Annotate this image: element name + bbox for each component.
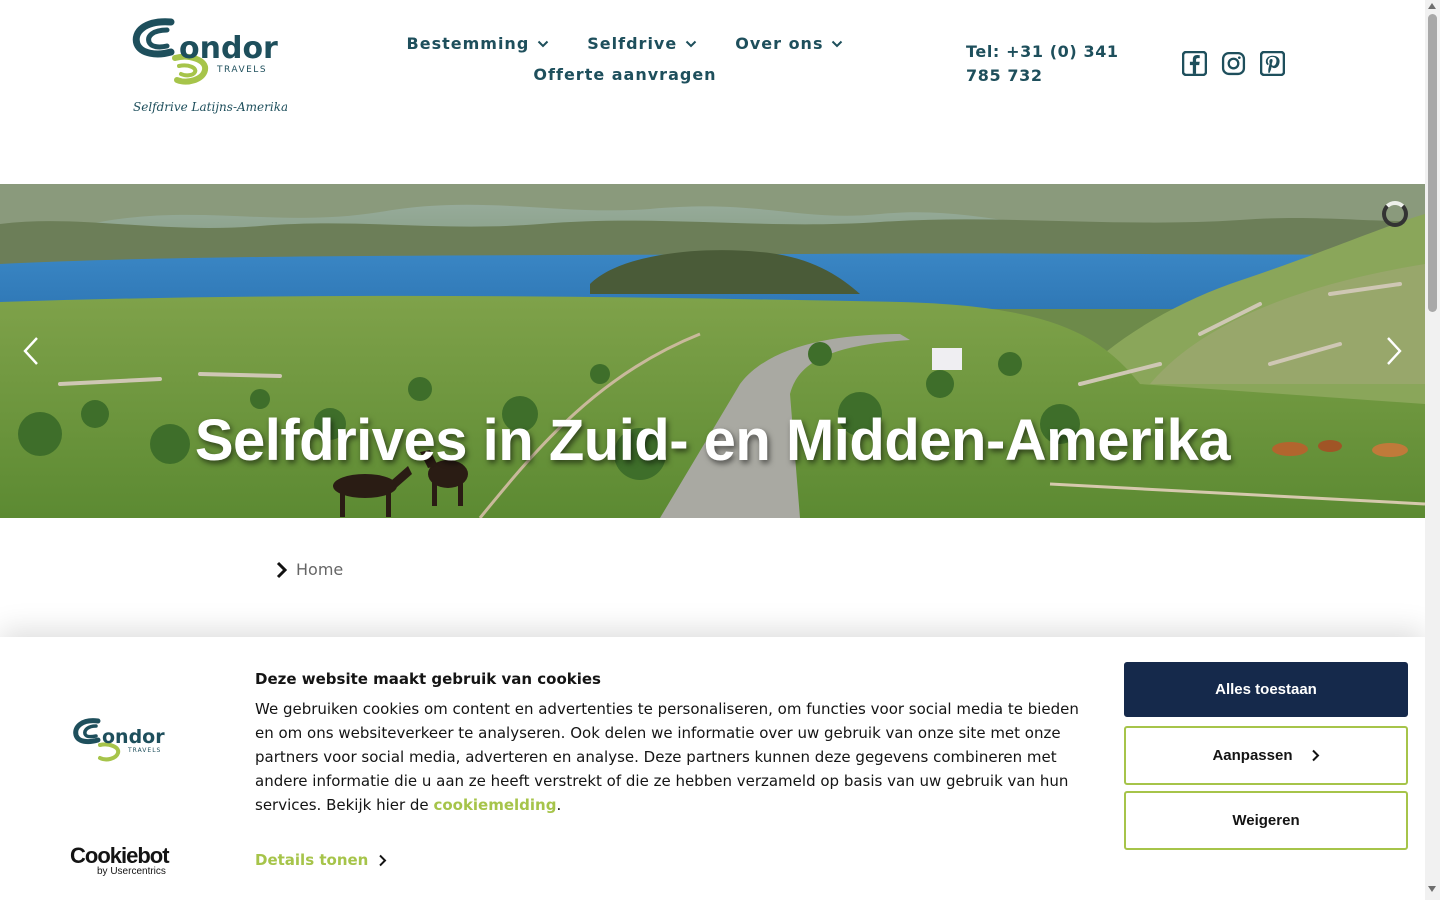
cookie-consent-banner: ondor TRAVELS Cookiebot by Usercentrics … — [0, 637, 1425, 900]
phone-line-1: Tel: +31 (0) 341 — [966, 42, 1119, 61]
page-scrollbar[interactable] — [1425, 0, 1440, 900]
cookie-text: We gebruiken cookies om content en adver… — [255, 697, 1100, 817]
hero-title: Selfdrives in Zuid- en Midden-Amerika — [194, 408, 1231, 473]
chevron-down-icon — [686, 40, 697, 47]
cookie-text-end: . — [556, 796, 562, 814]
chevron-down-icon — [538, 40, 549, 47]
details-label: Details tonen — [255, 851, 369, 869]
chevron-right-icon — [276, 561, 288, 578]
condor-travels-logo[interactable]: ondor TRAVELS Selfdrive Latijns-Amerika — [131, 14, 287, 122]
chevron-right-icon[interactable] — [1383, 335, 1405, 367]
cookie-policy-link[interactable]: cookiemelding — [433, 796, 556, 814]
nav-item-label: Bestemming — [406, 34, 530, 53]
logo-tagline: Selfdrive Latijns-Amerika — [133, 100, 287, 114]
nav-item-selfdrive[interactable]: Selfdrive — [587, 34, 697, 53]
phone-number[interactable]: Tel: +31 (0) 341 785 732 — [966, 40, 1126, 88]
logo-sub: TRAVELS — [127, 747, 161, 754]
scroll-up-arrow-icon[interactable] — [1428, 3, 1436, 9]
cookie-body: We gebruiken cookies om content en adver… — [255, 700, 1079, 814]
cookie-title: Deze website maakt gebruik van cookies — [255, 670, 601, 688]
customize-button[interactable]: Aanpassen — [1124, 726, 1408, 785]
chevron-down-icon — [832, 40, 843, 47]
slider-loader-icon — [1382, 201, 1408, 227]
nav-item-over-ons[interactable]: Over ons — [735, 34, 843, 53]
nav-item-bestemming[interactable]: Bestemming — [407, 34, 550, 53]
cookiebot-name: Cookiebot — [70, 843, 170, 868]
breadcrumb-home-link[interactable]: Home — [296, 560, 343, 579]
chevron-left-icon[interactable] — [20, 335, 42, 367]
pinterest-icon[interactable] — [1259, 50, 1286, 77]
customize-label: Aanpassen — [1212, 747, 1293, 764]
main-navigation: Bestemming Selfdrive Over ons Offerte aa… — [390, 34, 860, 84]
phone-line-2: 785 732 — [966, 66, 1043, 85]
breadcrumb: Home — [274, 560, 343, 579]
chevron-right-icon — [379, 854, 387, 866]
facebook-icon[interactable] — [1181, 50, 1208, 77]
chevron-right-icon — [1311, 749, 1319, 762]
instagram-icon[interactable] — [1221, 51, 1246, 76]
logo-sub: TRAVELS — [216, 65, 267, 75]
cookiebot-logo[interactable]: Cookiebot by Usercentrics — [70, 843, 180, 878]
social-links — [1181, 50, 1286, 77]
condor-travels-logo: ondor TRAVELS — [73, 718, 165, 762]
nav-item-offerte-aanvragen[interactable]: Offerte aanvragen — [533, 65, 716, 84]
allow-all-button[interactable]: Alles toestaan — [1124, 662, 1408, 717]
logo-word: ondor — [179, 31, 278, 66]
scrollbar-thumb[interactable] — [1428, 14, 1437, 312]
site-header: ondor TRAVELS Selfdrive Latijns-Amerika … — [0, 0, 1425, 184]
details-toggle[interactable]: Details tonen — [255, 851, 387, 869]
nav-item-label: Over ons — [735, 34, 824, 53]
nav-item-label: Selfdrive — [587, 34, 678, 53]
hero-slider: Selfdrives in Zuid- en Midden-Amerika — [0, 184, 1425, 518]
decline-button[interactable]: Weigeren — [1124, 791, 1408, 850]
logo-word: ondor — [102, 726, 165, 748]
scroll-down-arrow-icon[interactable] — [1428, 886, 1436, 892]
